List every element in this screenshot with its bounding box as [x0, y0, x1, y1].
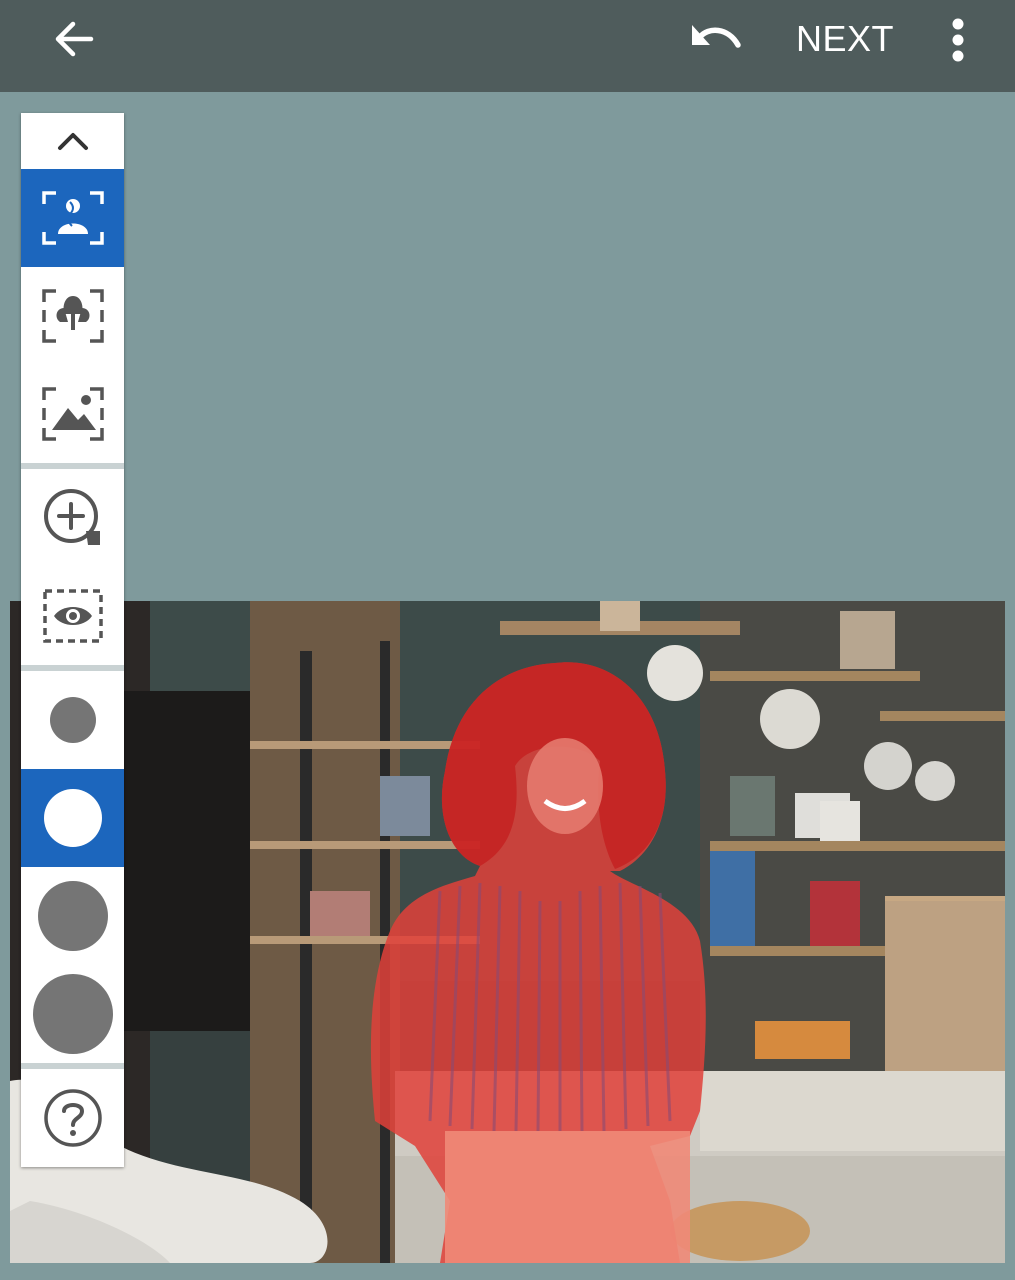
back-button[interactable]: [40, 14, 106, 64]
top-app-bar: NEXT: [0, 0, 1015, 92]
brush-size-large[interactable]: [21, 867, 124, 965]
add-area-tool[interactable]: [21, 469, 124, 567]
brush-size-small-icon: [49, 697, 96, 743]
room-photo: [10, 601, 1005, 1263]
person-focus-icon: [41, 191, 104, 245]
landscape-focus-icon: [41, 387, 104, 441]
tool-sidebar: [21, 113, 124, 1167]
more-vertical-icon: [952, 18, 964, 62]
more-options-button[interactable]: [936, 10, 980, 70]
add-circle-icon: [43, 489, 100, 545]
brush-size-medium-icon: [43, 789, 102, 847]
collapse-toolbar-button[interactable]: [21, 113, 124, 169]
undo-icon: [692, 25, 741, 48]
brush-size-xlarge[interactable]: [21, 965, 124, 1063]
help-circle-icon: [43, 1089, 102, 1147]
photo-canvas[interactable]: [10, 601, 1005, 1263]
brush-size-small[interactable]: [21, 671, 124, 769]
arrow-left-icon: [55, 21, 94, 57]
eye-icon: [42, 589, 103, 643]
next-button[interactable]: NEXT: [790, 14, 900, 64]
object-select-tool[interactable]: [21, 267, 124, 365]
help-button[interactable]: [21, 1069, 124, 1167]
background-select-tool[interactable]: [21, 365, 124, 463]
brush-size-xlarge-icon: [32, 974, 113, 1054]
brush-size-large-icon: [37, 881, 108, 951]
brush-size-medium[interactable]: [21, 769, 124, 867]
undo-button[interactable]: [680, 14, 750, 64]
preview-tool[interactable]: [21, 567, 124, 665]
person-select-tool[interactable]: [21, 169, 124, 267]
chevron-up-icon: [57, 133, 88, 150]
object-focus-icon: [41, 289, 104, 343]
